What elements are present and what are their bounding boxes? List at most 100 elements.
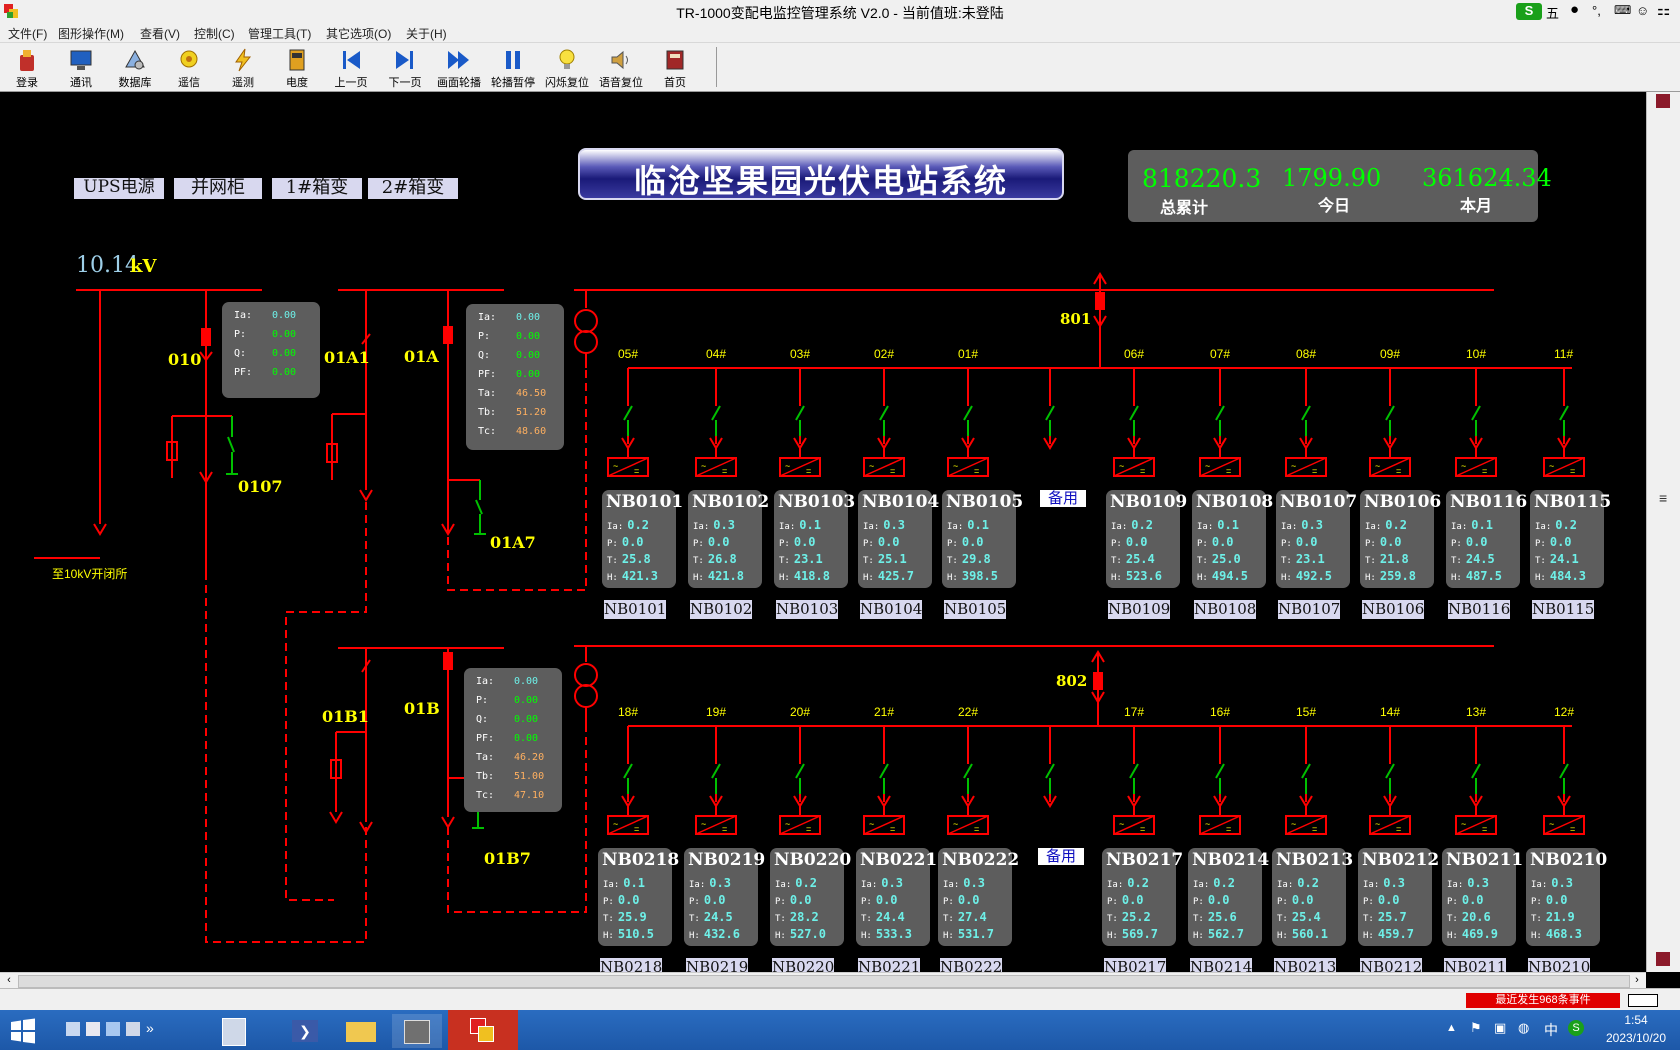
inverter-nav-label[interactable]: NB0218 — [600, 958, 662, 972]
switch-01A7[interactable] — [475, 499, 483, 515]
menu-control[interactable]: 控制(C) — [194, 25, 235, 42]
inverter-panel[interactable]: NB0108 Ia: 0.1 P: 0.0 T: 25.0 H: 494.5 — [1192, 490, 1273, 588]
inverter-nav-label[interactable]: NB0210 — [1528, 958, 1590, 972]
taskbar-powershell-icon[interactable]: ❯ — [284, 1016, 328, 1046]
branch-switch[interactable] — [1559, 763, 1569, 779]
inverter-panel[interactable]: NB0217 Ia: 0.2 P: 0.0 T: 25.2 H: 569.7 — [1102, 848, 1183, 946]
taskbar-date[interactable]: 2023/10/20 — [1600, 1031, 1672, 1045]
grid-icon[interactable]: ⚏ — [1657, 1, 1670, 19]
toolbar-carousel-button[interactable]: 画面轮播 — [432, 45, 486, 89]
horizontal-scrollbar[interactable]: ‹ › — [0, 972, 1646, 989]
inverter-panel[interactable]: NB0104 Ia: 0.3 P: 0.0 T: 25.1 H: 425.7 — [858, 490, 939, 588]
inverter-nav-label[interactable]: NB0101 — [604, 600, 666, 619]
inverter-panel[interactable]: NB0212 Ia: 0.3 P: 0.0 T: 25.7 H: 459.7 — [1358, 848, 1439, 946]
nav-ups-button[interactable]: UPS电源 — [74, 178, 164, 199]
inverter-panel[interactable]: NB0116 Ia: 0.1 P: 0.0 T: 24.5 H: 487.5 — [1446, 490, 1527, 588]
inverter-nav-label[interactable]: NB0220 — [772, 958, 834, 972]
inverter-panel[interactable]: NB0210 Ia: 0.3 P: 0.0 T: 21.9 H: 468.3 — [1526, 848, 1607, 946]
toolbar-home-button[interactable]: 首页 — [648, 45, 702, 89]
branch-switch[interactable] — [711, 405, 721, 421]
branch-switch[interactable] — [1385, 405, 1395, 421]
branch-switch[interactable] — [1471, 763, 1481, 779]
toolbar-pause-button[interactable]: 轮播暂停 — [486, 45, 540, 89]
sogou-ime-icon[interactable]: S — [1516, 3, 1542, 20]
branch-switch[interactable] — [1215, 763, 1225, 779]
punct-icon[interactable]: °, — [1592, 3, 1601, 20]
inverter-nav-label[interactable]: NB0221 — [858, 958, 920, 972]
taskbar-active-app-icon[interactable] — [448, 1010, 518, 1050]
inverter-panel[interactable]: NB0211 Ia: 0.3 P: 0.0 T: 20.6 H: 469.9 — [1442, 848, 1523, 946]
taskbar-server-manager-icon[interactable] — [214, 1016, 258, 1046]
breaker-01B[interactable] — [443, 652, 453, 670]
toolbar-voice-reset-button[interactable]: 语音复位 — [594, 45, 648, 89]
inverter-panel[interactable]: NB0213 Ia: 0.2 P: 0.0 T: 25.4 H: 560.1 — [1272, 848, 1353, 946]
tray-network-icon[interactable]: ▣ — [1494, 1020, 1506, 1036]
inverter-panel[interactable]: NB0109 Ia: 0.2 P: 0.0 T: 25.4 H: 523.6 — [1106, 490, 1187, 588]
toolbar-telemetry-button[interactable]: 遥测 — [216, 45, 270, 89]
quicklaunch-3-icon[interactable] — [106, 1022, 120, 1036]
tray-volume-icon[interactable]: ◍ — [1518, 1020, 1529, 1036]
quicklaunch-1-icon[interactable] — [66, 1022, 80, 1036]
tray-expand-icon[interactable]: ▲ — [1446, 1022, 1457, 1034]
branch-switch[interactable] — [795, 405, 805, 421]
branch-switch[interactable] — [795, 763, 805, 779]
moon-icon[interactable]: ● — [1570, 1, 1579, 18]
breaker-010[interactable] — [201, 328, 211, 346]
branch-switch[interactable] — [1301, 763, 1311, 779]
user-icon[interactable]: ☺ — [1636, 3, 1649, 20]
branch-switch[interactable] — [623, 763, 633, 779]
inverter-panel[interactable]: NB0105 Ia: 0.1 P: 0.0 T: 29.8 H: 398.5 — [942, 490, 1023, 588]
inverter-nav-label[interactable]: NB0211 — [1444, 958, 1506, 972]
toolbar-prev-page-button[interactable]: 上一页 — [324, 45, 378, 89]
branch-switch[interactable] — [879, 763, 889, 779]
inverter-panel[interactable]: NB0220 Ia: 0.2 P: 0.0 T: 28.2 H: 527.0 — [770, 848, 851, 946]
scroll-thumb[interactable] — [18, 975, 1630, 988]
breaker-801[interactable] — [1095, 292, 1105, 310]
menu-options[interactable]: 其它选项(O) — [326, 25, 391, 42]
taskbar-explorer-icon[interactable] — [340, 1016, 384, 1046]
inverter-panel[interactable]: NB0103 Ia: 0.1 P: 0.0 T: 23.1 H: 418.8 — [774, 490, 855, 588]
menu-tools[interactable]: 管理工具(T) — [248, 25, 311, 42]
inverter-nav-label[interactable]: NB0105 — [944, 600, 1006, 619]
toolbar-database-button[interactable]: 数据库 — [108, 45, 162, 89]
branch-switch[interactable] — [1129, 763, 1139, 779]
taskbar-time[interactable]: 1:54 — [1600, 1013, 1672, 1027]
branch-switch[interactable] — [963, 763, 973, 779]
nav-box-transformer-2-button[interactable]: 2#箱变 — [368, 178, 458, 199]
keyboard-icon[interactable]: ⌨ — [1614, 3, 1631, 20]
inverter-panel[interactable]: NB0115 Ia: 0.2 P: 0.0 T: 24.1 H: 484.3 — [1530, 490, 1611, 588]
inverter-panel[interactable]: NB0107 Ia: 0.3 P: 0.0 T: 23.1 H: 492.5 — [1276, 490, 1357, 588]
inverter-panel[interactable]: NB0102 Ia: 0.3 P: 0.0 T: 26.8 H: 421.8 — [688, 490, 769, 588]
pin-icon-2[interactable] — [1656, 952, 1670, 966]
inverter-nav-label[interactable]: NB0109 — [1108, 600, 1170, 619]
branch-switch[interactable] — [1559, 405, 1569, 421]
branch-switch[interactable] — [1045, 405, 1055, 421]
toolbar-comm-button[interactable]: 通讯 — [54, 45, 108, 89]
toolbar-next-page-button[interactable]: 下一页 — [378, 45, 432, 89]
inverter-nav-label[interactable]: NB0219 — [686, 958, 748, 972]
menu-graphics[interactable]: 图形操作(M) — [58, 25, 124, 42]
inverter-panel[interactable]: NB0219 Ia: 0.3 P: 0.0 T: 24.5 H: 432.6 — [684, 848, 765, 946]
tray-sogou-icon[interactable]: S — [1568, 1020, 1584, 1036]
inverter-nav-label[interactable]: NB0102 — [690, 600, 752, 619]
branch-switch[interactable] — [1301, 405, 1311, 421]
branch-switch[interactable] — [1215, 405, 1225, 421]
splitter-handle-icon[interactable]: ≡ — [1659, 490, 1667, 506]
inverter-nav-label[interactable]: NB0103 — [776, 600, 838, 619]
taskbar-app-icon[interactable] — [392, 1014, 442, 1048]
alarm-status[interactable]: 最近发生968条事件 — [1466, 993, 1620, 1008]
inverter-nav-label[interactable]: NB0214 — [1190, 958, 1252, 972]
breaker-802[interactable] — [1093, 672, 1103, 690]
toolbar-flash-reset-button[interactable]: 闪烁复位 — [540, 45, 594, 89]
branch-switch[interactable] — [1471, 405, 1481, 421]
inverter-panel[interactable]: NB0106 Ia: 0.2 P: 0.0 T: 21.8 H: 259.8 — [1360, 490, 1441, 588]
scroll-left-arrow-icon[interactable]: ‹ — [2, 974, 16, 987]
pin-icon[interactable] — [1656, 94, 1670, 108]
inverter-nav-label[interactable]: NB0222 — [940, 958, 1002, 972]
branch-switch[interactable] — [711, 763, 721, 779]
inverter-nav-label[interactable]: NB0106 — [1362, 600, 1424, 619]
inverter-panel[interactable]: NB0222 Ia: 0.3 P: 0.0 T: 27.4 H: 531.7 — [938, 848, 1019, 946]
tray-flag-icon[interactable]: ⚑ — [1470, 1020, 1482, 1036]
inverter-nav-label[interactable]: NB0217 — [1104, 958, 1166, 972]
menu-about[interactable]: 关于(H) — [406, 25, 447, 42]
